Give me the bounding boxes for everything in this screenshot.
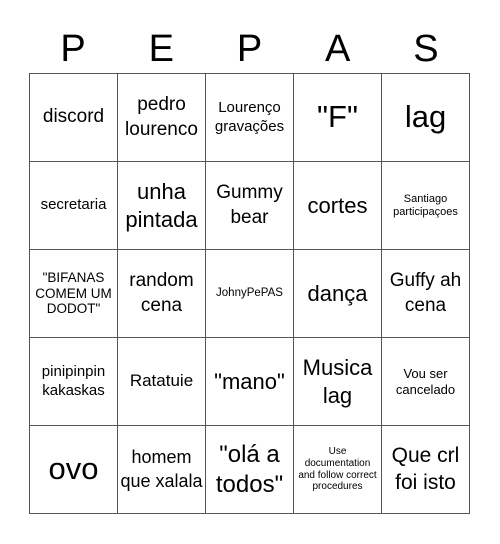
bingo-cell[interactable]: Guffy ah cena bbox=[382, 250, 470, 338]
bingo-cell[interactable]: Santiago participaçoes bbox=[382, 162, 470, 250]
bingo-grid: discord pedro lourenco Lourenço gravaçõe… bbox=[29, 73, 470, 514]
header-letter: E bbox=[148, 28, 174, 70]
bingo-header: P E P A S bbox=[29, 25, 470, 73]
header-letter: A bbox=[325, 28, 351, 70]
bingo-cell[interactable]: "BIFANAS COMEM UM DODOT" bbox=[30, 250, 118, 338]
bingo-cell[interactable]: random cena bbox=[118, 250, 206, 338]
bingo-cell[interactable]: discord bbox=[30, 74, 118, 162]
bingo-cell[interactable]: unha pintada bbox=[118, 162, 206, 250]
bingo-cell[interactable]: cortes bbox=[294, 162, 382, 250]
bingo-cell[interactable]: pedro lourenco bbox=[118, 74, 206, 162]
bingo-cell[interactable]: Use documentation and follow correct pro… bbox=[294, 426, 382, 514]
header-letter: P bbox=[60, 28, 86, 70]
bingo-cell[interactable]: Gummy bear bbox=[206, 162, 294, 250]
bingo-cell[interactable]: pinipinpin kakaskas bbox=[30, 338, 118, 426]
bingo-cell[interactable]: homem que xalala bbox=[118, 426, 206, 514]
bingo-cell[interactable]: ovo bbox=[30, 426, 118, 514]
bingo-cell[interactable]: Que crl foi isto bbox=[382, 426, 470, 514]
header-letter: S bbox=[413, 28, 439, 70]
bingo-cell[interactable]: "mano" bbox=[206, 338, 294, 426]
bingo-cell[interactable]: Vou ser cancelado bbox=[382, 338, 470, 426]
bingo-cell[interactable]: secretaria bbox=[30, 162, 118, 250]
bingo-cell[interactable]: dança bbox=[294, 250, 382, 338]
bingo-cell[interactable]: "olá a todos" bbox=[206, 426, 294, 514]
bingo-cell[interactable]: JohnyPePAS bbox=[206, 250, 294, 338]
header-letter: P bbox=[236, 28, 263, 70]
bingo-cell[interactable]: lag bbox=[382, 74, 470, 162]
bingo-cell[interactable]: Ratatuie bbox=[118, 338, 206, 426]
bingo-cell[interactable]: Musica lag bbox=[294, 338, 382, 426]
bingo-cell[interactable]: Lourenço gravações bbox=[206, 74, 294, 162]
bingo-cell[interactable]: "F" bbox=[294, 74, 382, 162]
